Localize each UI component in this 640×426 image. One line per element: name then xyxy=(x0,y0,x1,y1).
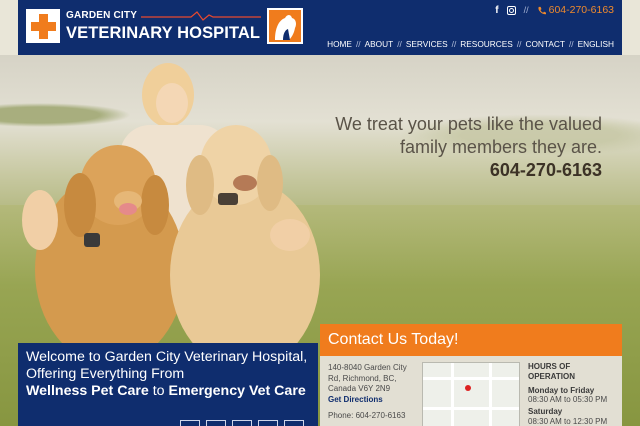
hours-saturday-label: Saturday xyxy=(528,407,563,416)
location-map[interactable] xyxy=(422,362,520,426)
address-line2: Rd, Richmond, BC, xyxy=(328,373,397,383)
nav-item-resources[interactable]: RESOURCES xyxy=(460,39,513,49)
welcome-heading: Welcome to Garden City Veterinary Hospit… xyxy=(26,349,310,399)
page-side-band-left xyxy=(0,0,18,55)
facebook-icon[interactable]: f xyxy=(495,5,498,16)
get-directions-link[interactable]: Get Directions xyxy=(328,395,418,406)
nav-separator: // xyxy=(568,39,574,49)
pets-silhouette-icon xyxy=(267,8,304,44)
site-header: GARDEN CITY VETERINARY HOSPITAL f // 604… xyxy=(18,0,622,55)
nav-separator: // xyxy=(451,39,457,49)
nav-separator: // xyxy=(516,39,522,49)
nav-separator: // xyxy=(397,39,402,49)
hours-weekday-time: 08:30 AM to 05:30 PM xyxy=(528,395,608,405)
hours-title-line2: OPERATION xyxy=(528,371,575,381)
quick-link-icon[interactable] xyxy=(258,420,278,426)
contact-heading: Contact Us Today! xyxy=(320,324,622,356)
quick-link-icon[interactable] xyxy=(232,420,252,426)
address-line3: Canada V6Y 2N9 xyxy=(328,384,391,394)
logo-line2: VETERINARY HOSPITAL xyxy=(66,23,261,42)
page-side-band-right xyxy=(622,0,640,55)
contact-address: 140-8040 Garden City Rd, Richmond, BC, C… xyxy=(328,363,418,422)
hero-tagline-line1: We treat your pets like the valued xyxy=(335,114,602,134)
main-nav: HOME // ABOUT // SERVICES // RESOURCES /… xyxy=(327,39,614,49)
hero-tagline-line2: family members they are. xyxy=(399,137,602,158)
instagram-icon[interactable] xyxy=(506,5,516,15)
top-utility-links: f // 604-270-6163 xyxy=(495,4,614,16)
medical-cross-icon xyxy=(26,9,60,43)
nav-separator: // xyxy=(355,39,361,49)
map-pin-icon xyxy=(465,385,471,391)
hero-phone-link[interactable]: 604-270-6163 xyxy=(490,160,602,181)
heartbeat-line-icon xyxy=(141,10,262,21)
welcome-bold-emergency: Emergency Vet Care xyxy=(168,382,306,399)
header-phone-text: 604-270-6163 xyxy=(548,4,614,16)
hours-of-operation: HOURS OF OPERATION Monday to Friday 08:3… xyxy=(528,362,620,426)
logo-line1: GARDEN CITY xyxy=(66,9,138,21)
site-logo[interactable]: GARDEN CITY VETERINARY HOSPITAL xyxy=(26,8,304,44)
hero-photo-woman-with-dogs xyxy=(22,63,320,355)
phone-icon xyxy=(538,6,546,14)
hours-title-line1: HOURS OF xyxy=(528,362,571,371)
welcome-box: Welcome to Garden City Veterinary Hospit… xyxy=(18,343,318,426)
welcome-intro: Welcome to Garden City Veterinary Hospit… xyxy=(26,349,308,382)
quick-link-icon[interactable] xyxy=(284,420,304,426)
welcome-quick-icons xyxy=(180,420,304,426)
address-line1: 140-8040 Garden City xyxy=(328,363,407,372)
hero-tagline: We treat your pets like the valued famil… xyxy=(335,113,602,160)
quick-link-icon[interactable] xyxy=(180,420,200,426)
hours-saturday-time: 08:30 AM to 12:30 PM xyxy=(528,416,608,426)
nav-item-home[interactable]: HOME xyxy=(327,39,352,49)
logo-wordmark: GARDEN CITY VETERINARY HOSPITAL xyxy=(66,9,262,42)
contact-phone[interactable]: Phone: 604-270-6163 xyxy=(328,411,418,422)
nav-item-contact[interactable]: CONTACT xyxy=(525,39,564,49)
nav-item-language[interactable]: ENGLISH xyxy=(578,39,614,49)
welcome-bold-wellness: Wellness Pet Care xyxy=(26,382,149,399)
contact-panel: Contact Us Today! 140-8040 Garden City R… xyxy=(320,324,622,426)
hours-weekday-label: Monday to Friday xyxy=(528,385,595,395)
header-phone-link[interactable]: 604-270-6163 xyxy=(537,4,614,16)
welcome-connector: to xyxy=(152,382,165,399)
nav-item-about[interactable]: ABOUT xyxy=(365,39,394,49)
nav-item-services[interactable]: SERVICES xyxy=(406,39,448,49)
quick-link-icon[interactable] xyxy=(206,420,226,426)
separator: // xyxy=(523,5,529,15)
